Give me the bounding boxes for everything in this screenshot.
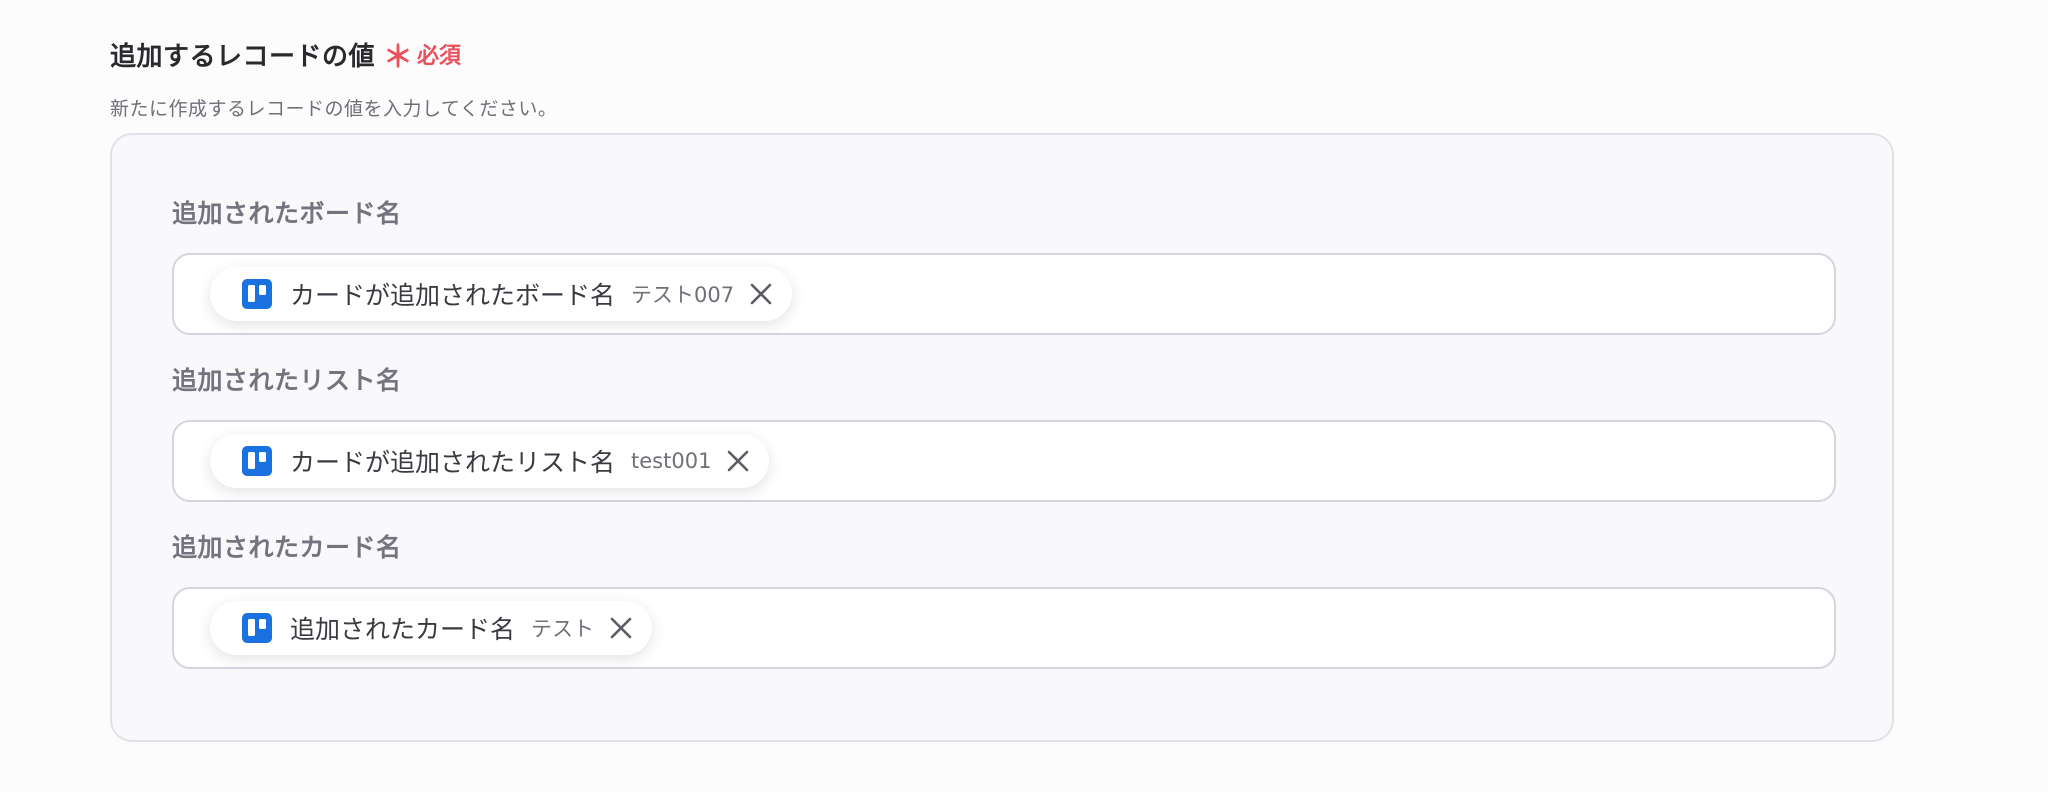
field-label: 追加されたボード名: [172, 199, 402, 228]
chip-label: 追加されたカード名: [290, 615, 516, 644]
required-label: 必須: [417, 44, 462, 69]
chip-value: test001: [631, 449, 712, 473]
close-icon[interactable]: [748, 281, 774, 307]
close-icon[interactable]: [725, 448, 751, 474]
chip-value: テスト007: [631, 283, 735, 307]
field-label: 追加されたカード名: [172, 533, 402, 562]
variable-chip[interactable]: 追加されたカード名 テスト: [210, 601, 653, 655]
required-asterisk-icon: ＊: [383, 40, 414, 75]
record-values-panel: 追加されたボード名 カードが追加されたボード名 テスト007 追加されたリスト名: [110, 133, 1894, 742]
section-title: 追加するレコードの値: [110, 41, 376, 72]
field-board-name: 追加されたボード名 カードが追加されたボード名 テスト007: [172, 197, 1836, 335]
chip-value: テスト: [531, 617, 595, 641]
trello-icon: [242, 446, 272, 476]
list-name-input[interactable]: カードが追加されたリスト名 test001: [172, 420, 1836, 502]
variable-chip[interactable]: カードが追加されたボード名 テスト007: [210, 267, 793, 321]
board-name-input[interactable]: カードが追加されたボード名 テスト007: [172, 253, 1836, 335]
trello-icon: [242, 279, 272, 309]
required-indicator: ＊ 必須: [383, 38, 462, 75]
trello-icon: [242, 613, 272, 643]
section-description: 新たに作成するレコードの値を入力してください。: [110, 98, 558, 120]
field-card-name: 追加されたカード名 追加されたカード名 テスト: [172, 531, 1836, 669]
close-icon[interactable]: [608, 615, 634, 641]
record-values-section: 追加するレコードの値 ＊ 必須 新たに作成するレコードの値を入力してください。: [110, 36, 1896, 121]
card-name-input[interactable]: 追加されたカード名 テスト: [172, 587, 1836, 669]
section-header: 追加するレコードの値 ＊ 必須: [110, 36, 1896, 75]
field-list-name: 追加されたリスト名 カードが追加されたリスト名 test001: [172, 364, 1836, 502]
chip-label: カードが追加されたボード名: [290, 281, 616, 310]
field-label: 追加されたリスト名: [172, 366, 402, 395]
chip-label: カードが追加されたリスト名: [290, 448, 616, 477]
variable-chip[interactable]: カードが追加されたリスト名 test001: [210, 434, 770, 488]
